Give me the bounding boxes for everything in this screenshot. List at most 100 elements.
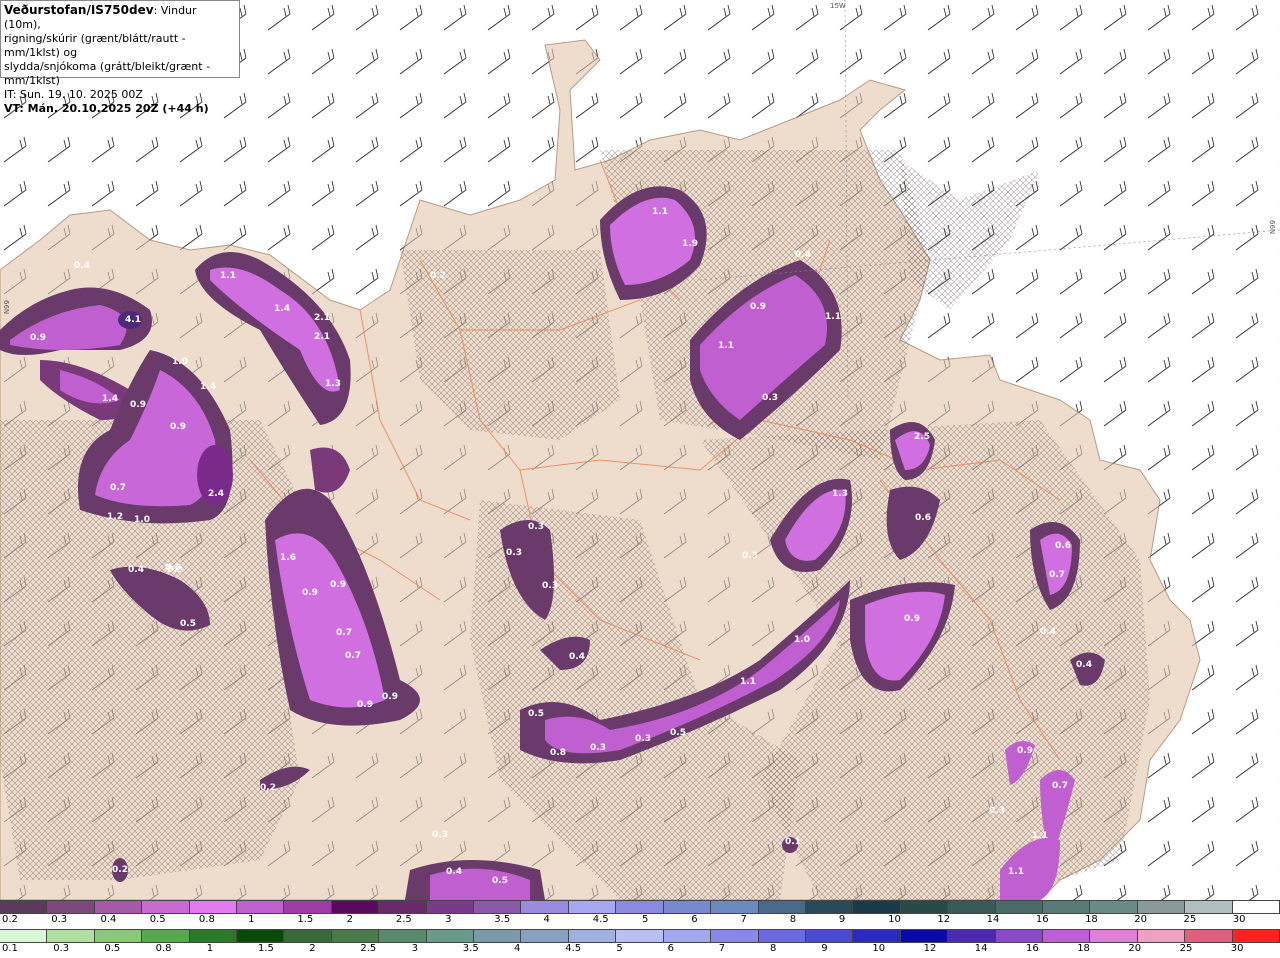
scale-tick-label: 2 (346, 914, 353, 925)
scale-tick-label: 0.3 (51, 914, 68, 925)
scale-tick-label: 20 (1128, 943, 1142, 954)
scale-tick-label: 6 (667, 943, 674, 954)
scale-swatch (1185, 930, 1233, 942)
precip-value-label: 0.3 (590, 743, 606, 753)
scale-tick-label: 0.2 (2, 914, 18, 925)
scale-tick-label: 4 (543, 914, 550, 925)
scale-swatch (379, 901, 427, 913)
scale-swatch (805, 930, 854, 942)
precip-value-label: 1.1 (220, 271, 236, 281)
precip-value-label: 1.4 (102, 394, 118, 404)
precip-value-label: 1.1 (1032, 831, 1048, 841)
scale-swatch (995, 930, 1043, 942)
map-desc-rain: rigning/skúrir (grænt/blátt/rautt - mm/1… (4, 32, 186, 59)
scale-tick-label: 1.5 (258, 943, 274, 954)
scale-swatch (948, 930, 996, 942)
precip-value-label: 0.9 (904, 614, 920, 624)
precip-value-label: 1.2 (107, 512, 123, 522)
precip-value-label: 0.5 (670, 728, 686, 738)
precip-value-label: 0.7 (1052, 781, 1068, 791)
precip-value-label: 2.5 (914, 432, 930, 442)
precip-value-label: 1.0 (794, 635, 810, 645)
scale-tick-label: 4 (514, 943, 521, 954)
scale-swatch (189, 930, 238, 942)
precip-value-label: 0.7 (336, 628, 352, 638)
scale-swatch (426, 930, 475, 942)
scale-swatch (47, 930, 95, 942)
precip-value-label: 2.4 (208, 489, 224, 499)
scale-swatch (805, 901, 854, 913)
scale-tick-label: 1.5 (297, 914, 314, 925)
precip-value-label: 0.5 (180, 619, 196, 629)
scale-swatch (0, 930, 48, 942)
precip-value-label: 0.9 (302, 588, 318, 598)
scale-swatch (1090, 901, 1138, 913)
scale-swatch (189, 901, 238, 913)
scale-tick-label: 0.5 (104, 943, 121, 954)
scale-swatch (758, 930, 806, 942)
precip-value-label: 0.4 (1040, 627, 1056, 637)
scale-swatch (474, 901, 522, 913)
precip-value-label: 4.1 (125, 315, 141, 325)
scale-swatch (758, 901, 806, 913)
scale-swatch (142, 901, 190, 913)
scale-swatch (853, 930, 901, 942)
scale-tick-label: 0.8 (198, 914, 215, 925)
precip-value-label: 2.1 (314, 332, 330, 342)
scale-swatch (663, 930, 712, 942)
scale-tick-label: 0.8 (155, 943, 172, 954)
scale-swatch (711, 930, 759, 942)
precip-value-label: 0.9 (357, 700, 373, 710)
precip-value-label: 0.7 (345, 651, 361, 661)
precip-value-label: 2.1 (314, 313, 330, 323)
scale-swatch (474, 930, 522, 942)
precip-value-label: 0.1 (785, 837, 801, 847)
precip-value-label: 1.1 (1008, 867, 1024, 877)
precip-value-label: 0.3 (506, 548, 522, 558)
precip-value-label: 0.9 (30, 333, 46, 343)
rain-scale-ticks: 0.1 0.3 0.5 0.8 1 1.5 2 2.5 3 3.5 4 4.5 5 6 7 8 9 10 12 14 1… (0, 943, 1280, 957)
scale-swatch (331, 930, 380, 942)
scale-tick-label: 9 (838, 914, 846, 925)
scale-swatch (616, 930, 664, 942)
precip-value-label: 1.6 (280, 553, 296, 563)
scale-tick-label: 3 (411, 943, 418, 954)
scale-swatch (331, 901, 380, 913)
scale-tick-label: 1 (206, 943, 214, 954)
precip-value-label: 0.9 (750, 302, 766, 312)
scale-tick-label: 0.4 (100, 914, 117, 925)
precip-value-label: 1.1 (825, 312, 841, 322)
scale-swatch (1232, 901, 1280, 913)
scale-tick-label: 25 (1183, 914, 1197, 925)
lon-label-top: 15W (830, 2, 846, 10)
scale-swatch (1042, 930, 1091, 942)
scale-swatch (1042, 901, 1091, 913)
snow-color-scale (0, 900, 1280, 914)
precip-value-label: 0.7 (110, 483, 126, 493)
precip-value-label: 1.1 (652, 207, 668, 217)
scale-swatch (1090, 930, 1138, 942)
scale-tick-label: 18 (1085, 914, 1098, 925)
precip-value-label: 0.4 (74, 261, 90, 271)
scale-swatch (948, 901, 996, 913)
valid-time: VT: Mán. 20.10.2025 20Z (+44 h) (4, 102, 209, 115)
precip-value-label: 1.0 (172, 357, 188, 367)
scale-tick-label: 7 (740, 914, 747, 925)
precip-value-label: 0.3 (762, 393, 778, 403)
scale-tick-label: 30 (1230, 943, 1244, 954)
scale-tick-label: 4.5 (565, 943, 582, 954)
precip-value-label: 1.4 (274, 304, 290, 314)
precip-value-label: 0.3 (528, 522, 544, 532)
scale-swatch (94, 930, 143, 942)
precip-value-label: 0.3 (635, 734, 651, 744)
precip-value-label: 0.4 (446, 867, 462, 877)
scale-swatch (379, 930, 427, 942)
lat-label-left: 66N (2, 300, 10, 315)
scale-tick-label: 14 (974, 943, 988, 954)
scale-swatch (568, 930, 617, 942)
scale-tick-label: 3.5 (494, 914, 511, 925)
scale-tick-label: 0.1 (2, 943, 18, 954)
precip-value-label: 0.6 (915, 513, 931, 523)
precip-value-label: 0.9 (330, 580, 346, 590)
precip-value-label: 0.3 (432, 830, 448, 840)
